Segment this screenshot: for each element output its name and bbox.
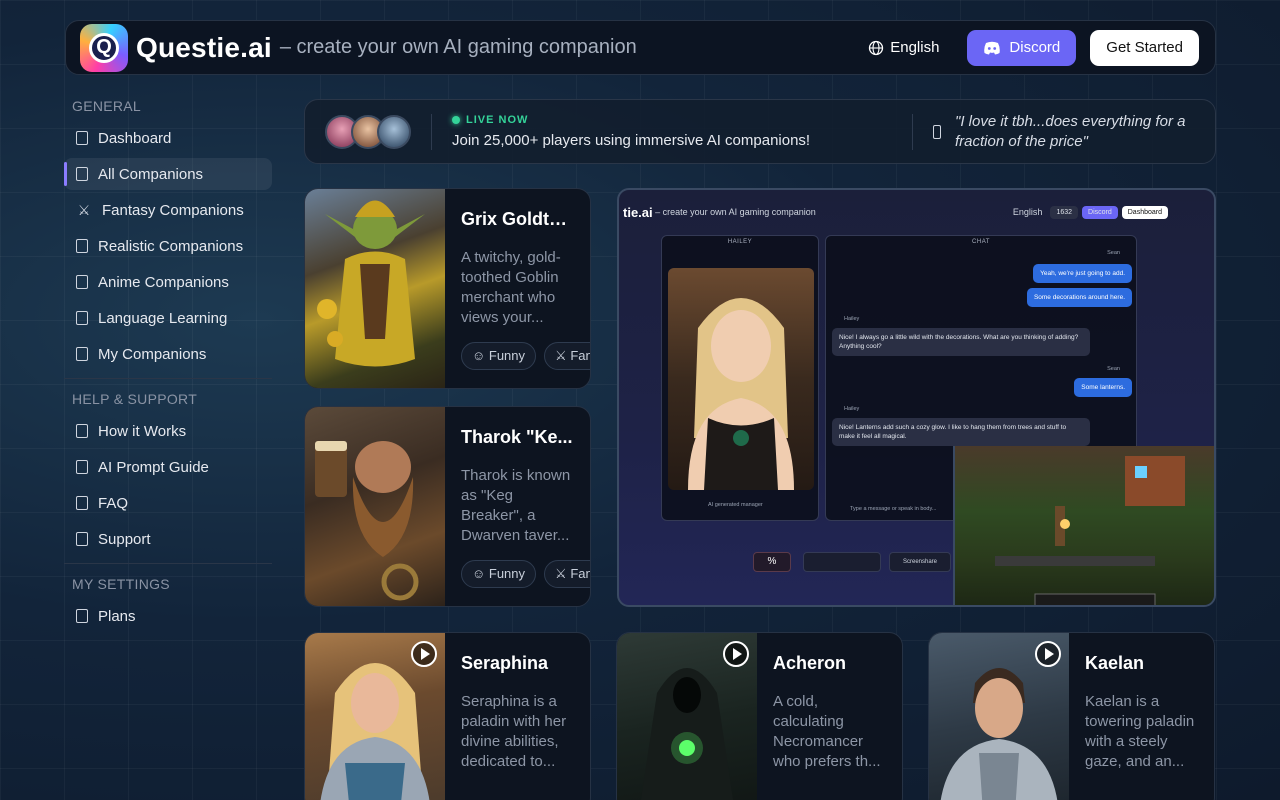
live-message: Join 25,000+ players using immersive AI … [452,132,811,149]
sidebar-item-language-learning[interactable]: Language Learning [64,302,272,334]
companion-card-tharok[interactable]: Tharok "Ke... Tharok is known as "Keg Br… [304,406,591,607]
sidebar-divider [64,378,272,379]
companion-image [305,633,445,800]
discord-icon [984,41,1001,54]
sidebar: GENERAL Dashboard All Companions ⚔ Fantas… [64,88,272,636]
companion-description: A twitchy, gold-toothed Goblin merchant … [461,249,561,326]
section-title-settings: MY SETTINGS [72,576,170,592]
sidebar-item-realistic[interactable]: Realistic Companions [64,230,272,262]
questie-logo-icon[interactable]: Q [80,23,128,72]
companions-icon [76,167,88,181]
sidebar-item-faq[interactable]: FAQ [64,487,272,519]
play-voice-icon[interactable] [723,641,749,667]
companion-card-acheron[interactable]: Acheron A cold, calculating Necromancer … [616,632,903,800]
app-preview-screenshot: tie.ai – create your own AI gaming compa… [617,188,1216,607]
companion-name: Acheron [773,653,847,673]
get-started-button[interactable]: Get Started [1090,29,1199,66]
companion-image [929,633,1069,800]
companion-image [617,633,757,800]
globe-icon [869,40,884,55]
faq-icon [76,496,88,510]
companion-description: Tharok is known as "Keg Breaker", a Dwar… [461,467,571,544]
guide-icon [76,460,88,474]
support-icon [76,532,88,546]
sidebar-item-how-it-works[interactable]: How it Works [64,415,272,447]
companion-name: Grix Goldto... [461,209,574,229]
anime-icon [76,275,88,289]
tag-fantasy[interactable]: ⚔ Fan [544,560,590,588]
quote-icon [933,124,941,139]
companion-description: Seraphina is a paladin with her divine a… [461,693,567,770]
tag-fantasy[interactable]: ⚔ Fan [544,342,590,370]
language-icon [76,311,88,325]
top-header: Q Questie.ai – create your own AI gaming… [65,20,1216,75]
companion-name: Seraphina [461,653,549,673]
language-selector[interactable]: English [854,39,953,56]
info-icon [76,424,88,438]
sidebar-divider [64,563,272,564]
live-now-badge: LIVE NOW [452,114,810,126]
sidebar-item-dashboard[interactable]: Dashboard [64,122,272,154]
companion-card-seraphina[interactable]: Seraphina Seraphina is a paladin with he… [304,632,591,800]
sidebar-item-plans[interactable]: Plans [64,600,272,632]
crossed-swords-icon: ⚔ [77,202,91,218]
companion-image [305,189,445,388]
discord-label: Discord [1009,39,1061,56]
my-companions-icon [76,347,88,361]
sidebar-item-prompt-guide[interactable]: AI Prompt Guide [64,451,272,483]
discord-button[interactable]: Discord [967,29,1077,66]
plans-icon [76,609,88,623]
section-title-help: HELP & SUPPORT [72,391,198,407]
companion-name: Kaelan [1085,653,1145,673]
brand-name[interactable]: Questie.ai [136,32,272,64]
live-banner: LIVE NOW Join 25,000+ players using imme… [304,99,1216,164]
realistic-icon [76,239,88,253]
language-label: English [890,39,940,56]
companion-name: Tharok "Ke... [461,427,573,447]
tag-funny[interactable]: ☺ Funny [461,342,537,370]
testimonial-quote: "I love it tbh...does everything for a f… [912,113,1195,150]
sidebar-item-all-companions[interactable]: All Companions [64,158,272,190]
brand-tagline: – create your own AI gaming companion [279,36,637,58]
companion-description: A cold, calculating Necromancer who pref… [773,693,881,770]
play-voice-icon[interactable] [1035,641,1061,667]
sidebar-item-fantasy[interactable]: ⚔ Fantasy Companions [64,194,272,226]
dashboard-icon [76,131,88,145]
sidebar-item-my-companions[interactable]: My Companions [64,338,272,370]
avatar [377,114,411,149]
companion-card-grix[interactable]: Grix Goldto... A twitchy, gold-toothed G… [304,188,591,389]
companion-description: Kaelan is a towering paladin with a stee… [1085,693,1195,770]
play-voice-icon[interactable] [411,641,437,667]
player-avatars [325,114,411,149]
sidebar-item-support[interactable]: Support [64,523,272,555]
companion-image [305,407,445,606]
sidebar-item-anime[interactable]: Anime Companions [64,266,272,298]
section-title-general: GENERAL [72,98,142,114]
companion-card-kaelan[interactable]: Kaelan Kaelan is a towering paladin with… [928,632,1215,800]
tag-funny[interactable]: ☺ Funny [461,560,537,588]
